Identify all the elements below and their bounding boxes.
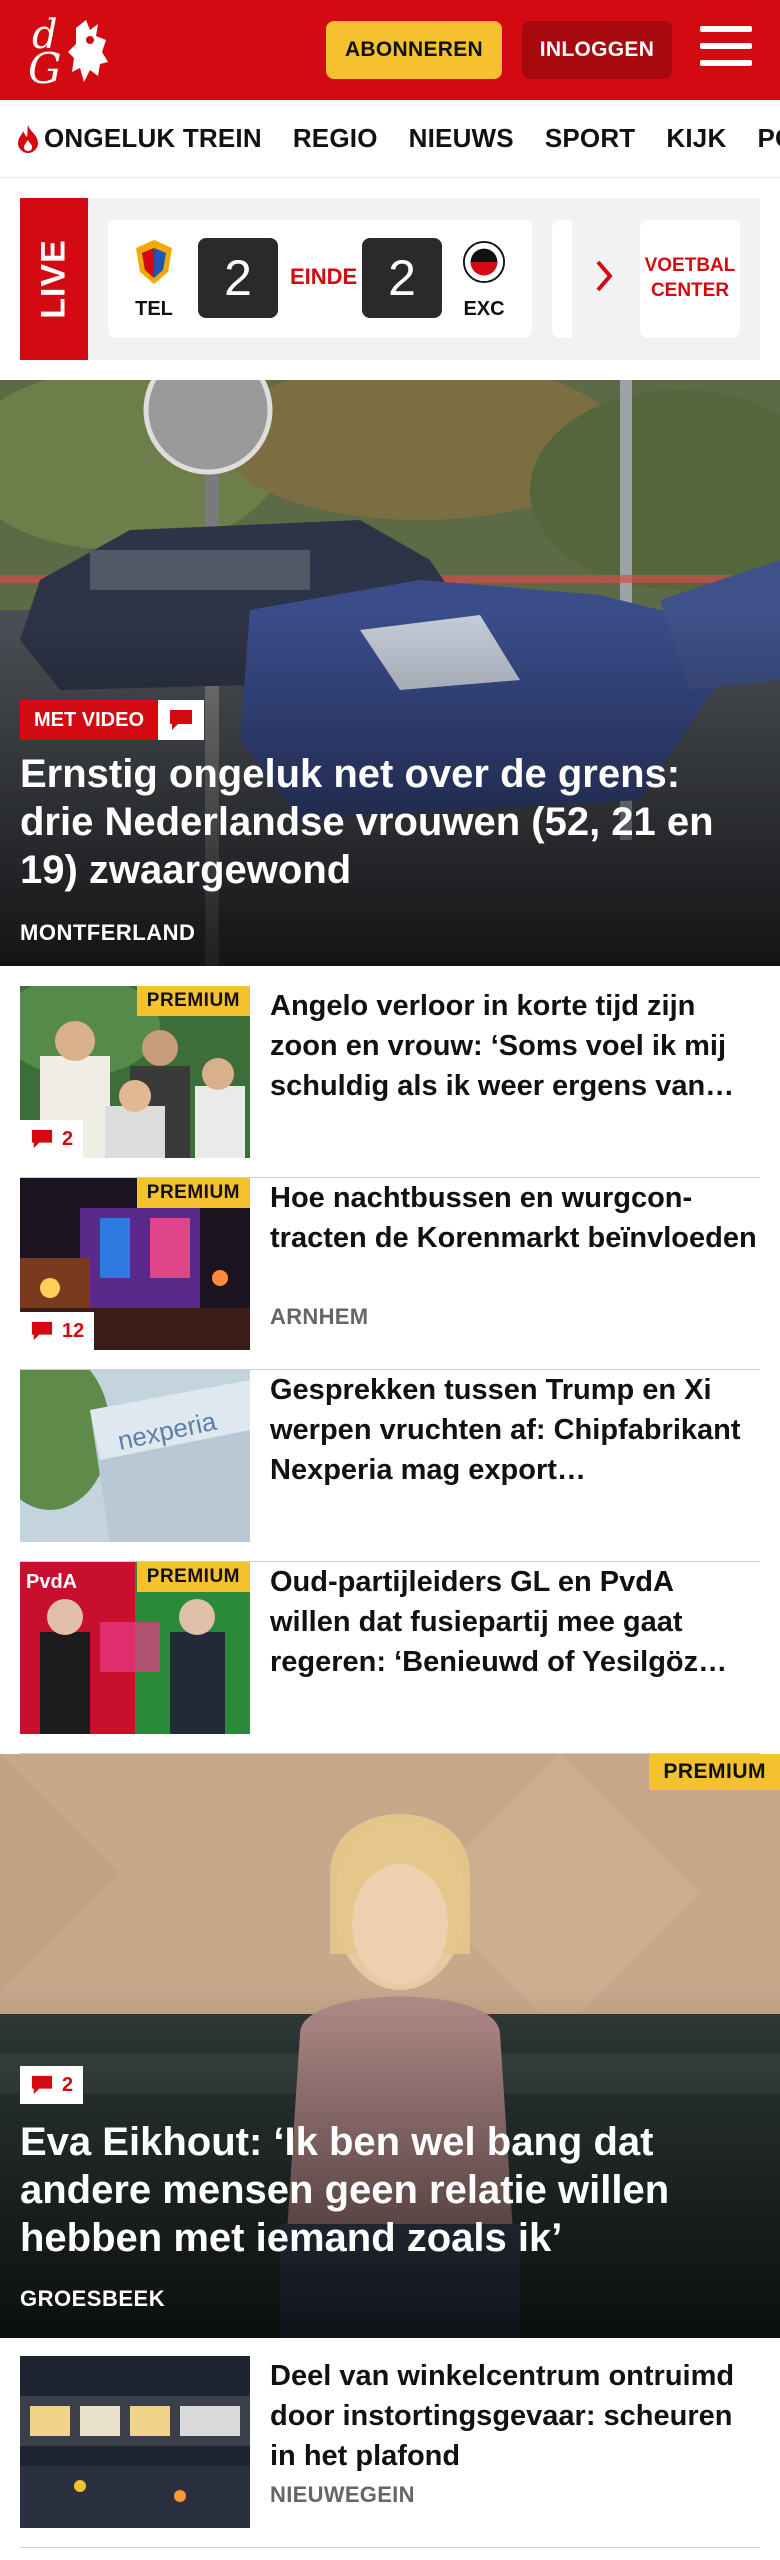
live-label: LIVE — [20, 198, 88, 360]
article-title: Deel van winkelcentrum ontruimd door ins… — [270, 2360, 735, 2472]
list-item[interactable]: PREMIUM 2 Angelo verloor in korte tijd z… — [20, 986, 760, 1178]
comment-count: 12 — [20, 1312, 95, 1350]
list-item[interactable]: PvdA PREMIUM Oud-partijleiders GL en Pvd… — [20, 1562, 760, 1754]
list-item[interactable]: nexperia Gesprekken tussen Trump en Xi w… — [20, 1370, 760, 1562]
premium-badge: PREMIUM — [136, 1562, 250, 1592]
match-status: EINDE — [290, 264, 358, 289]
nav-item-sport[interactable]: SPORT — [545, 123, 636, 154]
live-scores-bar: LIVE TEL 2 EINDE 2 EXC VOETBAL CENTER — [20, 198, 760, 360]
hero-location: MONTFERLAND — [20, 920, 196, 945]
match-card[interactable]: TEL 2 EINDE 2 EXC — [108, 220, 532, 338]
chevron-right-icon[interactable] — [594, 258, 614, 294]
nav-item-podcast[interactable]: PODCAST — [757, 123, 780, 154]
hero-title: Eva Eikhout: ‘Ik ben wel bang dat andere… — [20, 2120, 670, 2260]
nav-item-regio[interactable]: REGIO — [293, 123, 378, 154]
next-match-card[interactable] — [552, 220, 572, 338]
article-title: Hoe nachtbussen en wurgcon­tracten de Ko… — [270, 1182, 757, 1254]
tel-crest-icon — [136, 240, 172, 284]
comment-icon — [31, 2075, 53, 2095]
article-title: Gesprekken tussen Trump en Xi werpen vru… — [270, 1374, 741, 1486]
flame-icon — [18, 124, 38, 153]
article-title: Oud-partijleiders GL en PvdA willen dat … — [270, 1566, 728, 1678]
article-thumbnail — [20, 2356, 250, 2528]
away-score: 2 — [362, 238, 442, 318]
nav-item-nieuws[interactable]: NIEUWS — [409, 123, 514, 154]
home-team: TEL — [124, 238, 184, 321]
menu-icon[interactable] — [700, 26, 752, 72]
comment-count: 2 — [20, 1120, 84, 1158]
nav-item-kijk[interactable]: KIJK — [666, 123, 726, 154]
hero-title: Ernstig ongeluk net over de grens: drie … — [20, 752, 714, 892]
premium-badge: PREMIUM — [649, 1754, 780, 1790]
main-nav: ONGELUK TREIN REGIO NIEUWS SPORT KIJK PO… — [0, 100, 780, 178]
article-location: NIEUWEGEIN — [270, 2482, 415, 2507]
hero-article-interview[interactable]: PREMIUM 2 Eva Eikhout: ‘Ik ben wel bang … — [0, 1754, 780, 2338]
article-location: ARNHEM — [270, 1304, 369, 1329]
home-score: 2 — [198, 238, 278, 318]
hero-article-crash[interactable]: MET VIDEO Ernstig ongeluk net over de gr… — [0, 380, 780, 966]
video-badge: MET VIDEO — [20, 700, 205, 740]
premium-badge: PREMIUM — [136, 986, 250, 1016]
site-logo[interactable]: d G — [24, 12, 124, 93]
list-item[interactable]: PREMIUM 12 Hoe nachtbussen en wurgcon­tr… — [20, 1178, 760, 1370]
top-bar: d G ABONNEREN INLOGGEN — [0, 0, 780, 100]
voetbal-center-link[interactable]: VOETBAL CENTER — [640, 220, 740, 338]
subscribe-button[interactable]: ABONNEREN — [326, 21, 502, 79]
article-thumbnail: PREMIUM 2 — [20, 986, 250, 1158]
comment-count: 2 — [20, 2066, 84, 2104]
svg-text:PvdA: PvdA — [26, 1571, 77, 1593]
hero-location: GROESBEEK — [20, 2286, 166, 2311]
article-thumbnail: PREMIUM 12 — [20, 1178, 250, 1350]
comment-icon — [170, 710, 193, 730]
away-team: EXC — [454, 238, 514, 321]
article-thumbnail: PvdA PREMIUM — [20, 1562, 250, 1734]
nav-item-ongeluk-trein[interactable]: ONGELUK TREIN — [16, 123, 262, 154]
premium-badge: PREMIUM — [136, 1178, 250, 1208]
article-title: Angelo verloor in korte tijd zijn zoon e… — [270, 990, 735, 1102]
list-item[interactable]: Deel van winkelcentrum ontruimd door ins… — [20, 2356, 760, 2548]
comment-icon — [31, 1321, 53, 1341]
login-button[interactable]: INLOGGEN — [522, 21, 672, 79]
exc-crest-icon — [462, 240, 506, 284]
article-thumbnail: nexperia — [20, 1370, 250, 1542]
horse-emblem-icon — [68, 20, 108, 82]
comment-icon — [31, 1129, 53, 1149]
